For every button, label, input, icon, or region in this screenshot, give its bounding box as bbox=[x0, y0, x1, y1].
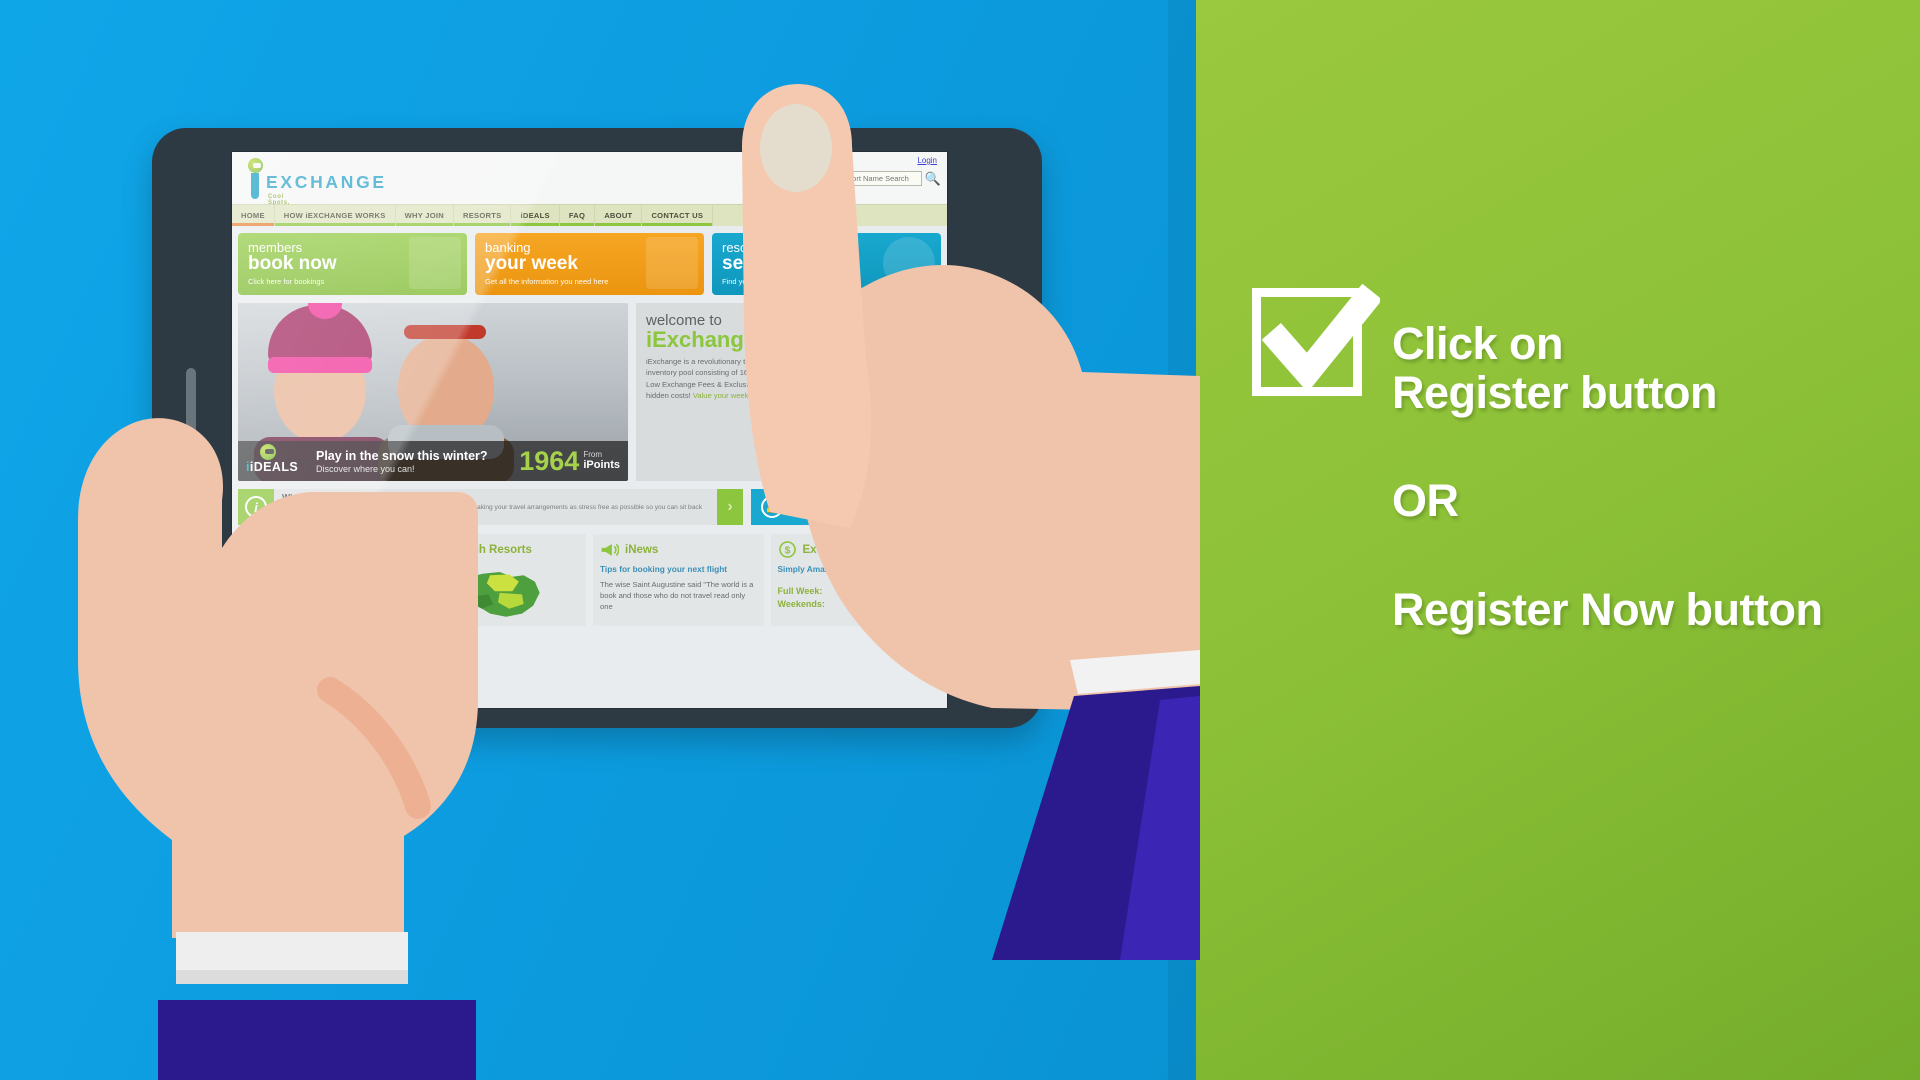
instruction-line-2: Register button bbox=[1392, 366, 1718, 418]
sleeve bbox=[158, 1000, 476, 1080]
instruction-text-block: Click on Register button OR Register Now… bbox=[1392, 318, 1912, 635]
checkbox-checked-icon bbox=[1262, 283, 1380, 393]
instruction-line-4: Register Now button bbox=[1392, 583, 1823, 635]
fingernail bbox=[760, 104, 832, 192]
instruction-line-or: OR bbox=[1392, 475, 1459, 527]
instruction-line-1: Click on bbox=[1392, 318, 1564, 369]
shirt-cuff-shadow bbox=[176, 970, 408, 984]
pointing-hand-illustration bbox=[742, 84, 1200, 960]
hand-shape bbox=[78, 418, 478, 938]
